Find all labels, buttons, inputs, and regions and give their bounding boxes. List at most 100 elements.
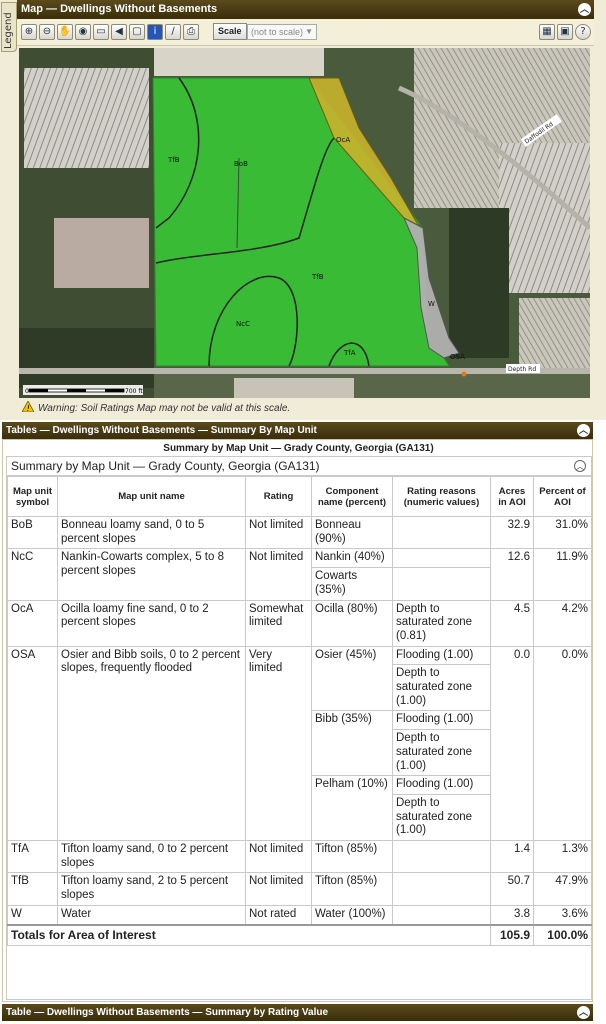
rating-reason: Flooding (1.00) bbox=[392, 710, 491, 731]
map-unit-name: Tifton loamy sand, 0 to 2 percent slopes bbox=[57, 840, 246, 874]
rating-reason bbox=[392, 840, 491, 874]
rating-value-panel-title: Table — Dwellings Without Basements — Su… bbox=[6, 1007, 329, 1018]
map-unit-label: OcA bbox=[336, 136, 350, 144]
zoom-out-icon[interactable]: ⊖ bbox=[39, 24, 55, 40]
summary-table-body: BoB Bonneau loamy sand, 0 to 5 percent sl… bbox=[7, 515, 592, 926]
totals-label: Totals for Area of Interest bbox=[7, 923, 491, 947]
rating-reason: Depth to saturated zone (1.00) bbox=[392, 729, 491, 777]
back-icon[interactable]: ◀ bbox=[111, 24, 127, 40]
percent-of-aoi: 1.3% bbox=[533, 840, 592, 874]
forward-icon[interactable]: ▢ bbox=[129, 24, 145, 40]
tables-panel-title: Tables — Dwellings Without Basements — S… bbox=[6, 425, 317, 436]
rating-reason bbox=[392, 548, 491, 569]
map-collapse-icon[interactable]: ︿ bbox=[578, 3, 591, 16]
acres-in-aoi: 1.4 bbox=[490, 840, 534, 874]
map-toolbar: ⊕ ⊖ ✋ ◉ ▭ ◀ ▢ i ∕ ⎙ Scale (not to scale)… bbox=[17, 19, 594, 46]
overview-icon[interactable]: ▣ bbox=[557, 24, 573, 40]
component-name: Cowarts (35%) bbox=[311, 567, 393, 601]
percent-of-aoi: 4.2% bbox=[533, 599, 592, 647]
scalebar-end: 700 ft bbox=[125, 388, 143, 395]
map-unit-label: BoB bbox=[234, 160, 248, 168]
summary-table: Map unit symbol Map unit name Rating Com… bbox=[7, 476, 592, 947]
table-row: TfB Tifton loamy sand, 2 to 5 percent slo… bbox=[7, 872, 592, 906]
aoi-icon[interactable]: ▭ bbox=[93, 24, 109, 40]
percent-of-aoi: 31.0% bbox=[533, 515, 592, 550]
map-panel: Legend Map — Dwellings Without Basements… bbox=[0, 0, 606, 420]
table-row: NcC Nankin-Cowarts complex, 5 to 8 percen… bbox=[7, 548, 592, 601]
map-canvas[interactable]: TfB BoB OcA TfB NcC TfA W OSA Daffodil R… bbox=[19, 48, 590, 398]
rating-value: Not limited bbox=[245, 840, 312, 874]
measure-icon[interactable]: ∕ bbox=[165, 24, 181, 40]
column-header: Component name (percent) bbox=[311, 476, 393, 517]
component-name: Bonneau (90%) bbox=[311, 515, 393, 550]
summary-caption: Summary by Map Unit — Grady County, Geor… bbox=[163, 443, 434, 454]
totals-row: Totals for Area of Interest 105.9 100.0% bbox=[7, 923, 592, 947]
map-unit-symbol: W bbox=[7, 904, 58, 926]
map-unit-symbol: BoB bbox=[7, 515, 58, 550]
map-title: Map — Dwellings Without Basements bbox=[21, 3, 218, 15]
map-unit-label: W bbox=[428, 300, 435, 308]
info-icon[interactable]: i bbox=[147, 24, 163, 40]
map-unit-name: Ocilla loamy fine sand, 0 to 2 percent s… bbox=[57, 599, 246, 647]
acres-in-aoi: 4.5 bbox=[490, 599, 534, 647]
zoom-in-icon[interactable]: ⊕ bbox=[21, 24, 37, 40]
map-unit-symbol: OcA bbox=[7, 599, 58, 647]
full-extent-icon[interactable]: ◉ bbox=[75, 24, 91, 40]
tables-collapse-icon[interactable]: ︿ bbox=[577, 424, 590, 437]
component-name: Bibb (35%) bbox=[311, 710, 393, 777]
component-name: Osier (45%) bbox=[311, 645, 393, 712]
component-name: Water (100%) bbox=[311, 904, 393, 926]
rating-value: Not limited bbox=[245, 872, 312, 906]
column-header: Map unit symbol bbox=[7, 476, 58, 517]
column-header: Rating reasons (numeric values) bbox=[392, 476, 491, 517]
rating-reason bbox=[392, 872, 491, 906]
map-unit-label: TfB bbox=[167, 156, 180, 164]
svg-text:!: ! bbox=[27, 404, 30, 412]
totals-acres: 105.9 bbox=[490, 923, 534, 947]
map-unit-symbol: OSA bbox=[7, 645, 58, 842]
chevron-down-icon: ▼ bbox=[305, 27, 313, 36]
rating-value: Not rated bbox=[245, 904, 312, 926]
percent-of-aoi: 0.0% bbox=[533, 645, 592, 842]
component-name: Ocilla (80%) bbox=[311, 599, 393, 647]
map-image: TfB BoB OcA TfB NcC TfA W OSA Daffodil R… bbox=[19, 48, 590, 398]
acres-in-aoi: 0.0 bbox=[490, 645, 534, 842]
table-row: OSA Osier and Bibb soils, 0 to 2 percent … bbox=[7, 645, 592, 842]
scale-dropdown-value: (not to scale) bbox=[251, 27, 304, 37]
scale-dropdown[interactable]: (not to scale) ▼ bbox=[247, 24, 317, 40]
layers-icon[interactable]: ▦ bbox=[539, 24, 555, 40]
legend-tab[interactable]: Legend bbox=[1, 2, 17, 52]
rating-reason bbox=[392, 904, 491, 926]
rating-reason: Flooding (1.00) bbox=[392, 645, 491, 666]
print-icon[interactable]: ⎙ bbox=[183, 24, 199, 40]
acres-in-aoi: 3.8 bbox=[490, 904, 534, 926]
acres-in-aoi: 50.7 bbox=[490, 872, 534, 906]
acres-in-aoi: 12.6 bbox=[490, 548, 534, 601]
rating-reason: Depth to saturated zone (1.00) bbox=[392, 793, 491, 842]
map-panel-header: Map — Dwellings Without Basements ︿ bbox=[17, 0, 594, 19]
summary-table-title-text: Summary by Map Unit — Grady County, Geor… bbox=[11, 459, 320, 473]
road-label: Depth Rd bbox=[508, 366, 536, 373]
scale-button[interactable]: Scale bbox=[213, 23, 247, 40]
table-row: TfA Tifton loamy sand, 0 to 2 percent slo… bbox=[7, 840, 592, 874]
acres-in-aoi: 32.9 bbox=[490, 515, 534, 550]
percent-of-aoi: 47.9% bbox=[533, 872, 592, 906]
map-unit-symbol: TfA bbox=[7, 840, 58, 874]
map-warning: ! Warning: Soil Ratings Map may not be va… bbox=[19, 400, 590, 418]
column-header: Rating bbox=[245, 476, 312, 517]
table-collapse-icon[interactable]: ︿ bbox=[574, 460, 586, 472]
column-header: Map unit name bbox=[57, 476, 246, 517]
pan-icon[interactable]: ✋ bbox=[57, 24, 73, 40]
map-unit-label: TfA bbox=[343, 349, 356, 357]
table-row: OcA Ocilla loamy fine sand, 0 to 2 percen… bbox=[7, 599, 592, 647]
map-unit-name: Osier and Bibb soils, 0 to 2 percent slo… bbox=[57, 645, 246, 842]
help-icon[interactable]: ? bbox=[575, 24, 591, 40]
rating-collapse-icon[interactable]: ︿ bbox=[577, 1006, 590, 1019]
rating-reason bbox=[392, 567, 491, 601]
table-header-row: Map unit symbol Map unit name Rating Com… bbox=[7, 476, 592, 517]
rating-reason: Flooding (1.00) bbox=[392, 775, 491, 795]
map-unit-name: Water bbox=[57, 904, 246, 926]
map-unit-name: Bonneau loamy sand, 0 to 5 percent slope… bbox=[57, 515, 246, 550]
map-unit-label: OSA bbox=[450, 353, 465, 361]
component-name: Tifton (85%) bbox=[311, 840, 393, 874]
